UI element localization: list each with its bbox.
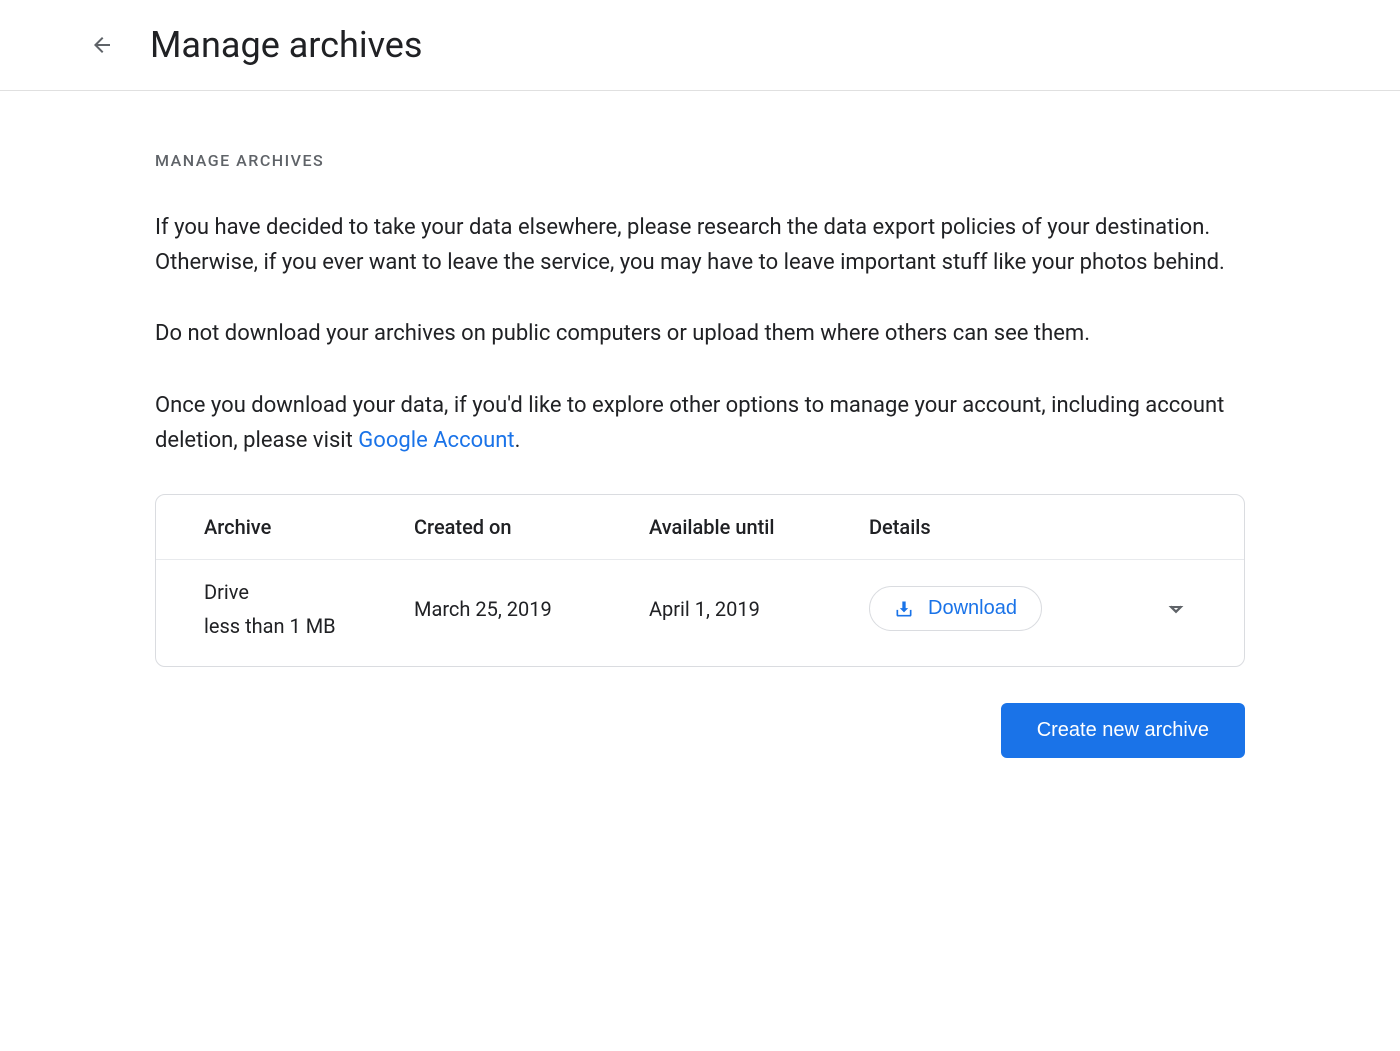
- archive-size: less than 1 MB: [204, 614, 414, 638]
- description-paragraph-1: If you have decided to take your data el…: [155, 210, 1245, 280]
- table-header-created: Created on: [414, 515, 649, 539]
- archive-name: Drive: [204, 580, 414, 604]
- table-row: Drive less than 1 MB March 25, 2019 Apri…: [156, 560, 1244, 666]
- create-button-row: Create new archive: [155, 703, 1245, 758]
- create-new-archive-button[interactable]: Create new archive: [1001, 703, 1245, 758]
- created-on-cell: March 25, 2019: [414, 597, 649, 621]
- archive-table: Archive Created on Available until Detai…: [155, 494, 1245, 667]
- download-button[interactable]: Download: [869, 586, 1042, 631]
- details-cell: Download: [869, 586, 1164, 631]
- section-title: MANAGE ARCHIVES: [155, 151, 1245, 170]
- download-icon: [894, 599, 914, 619]
- table-header-row: Archive Created on Available until Detai…: [156, 495, 1244, 560]
- table-header-archive: Archive: [204, 515, 414, 539]
- page-title: Manage archives: [150, 24, 422, 66]
- content-area: MANAGE ARCHIVES If you have decided to t…: [155, 91, 1245, 758]
- description-paragraph-2: Do not download your archives on public …: [155, 316, 1245, 351]
- arrow-left-icon: [90, 33, 114, 57]
- download-label: Download: [928, 597, 1017, 620]
- description-text: Once you download your data, if you'd li…: [155, 393, 1224, 453]
- table-header-details: Details: [869, 515, 1196, 539]
- expand-row-button[interactable]: [1164, 597, 1196, 621]
- chevron-down-icon: [1164, 597, 1188, 621]
- google-account-link[interactable]: Google Account: [358, 428, 514, 453]
- back-arrow-button[interactable]: [90, 33, 114, 57]
- description-suffix: .: [515, 428, 521, 453]
- available-until-cell: April 1, 2019: [649, 597, 869, 621]
- header-bar: Manage archives: [0, 0, 1400, 91]
- description-paragraph-3: Once you download your data, if you'd li…: [155, 388, 1245, 458]
- table-header-available: Available until: [649, 515, 869, 539]
- archive-info-cell: Drive less than 1 MB: [204, 580, 414, 638]
